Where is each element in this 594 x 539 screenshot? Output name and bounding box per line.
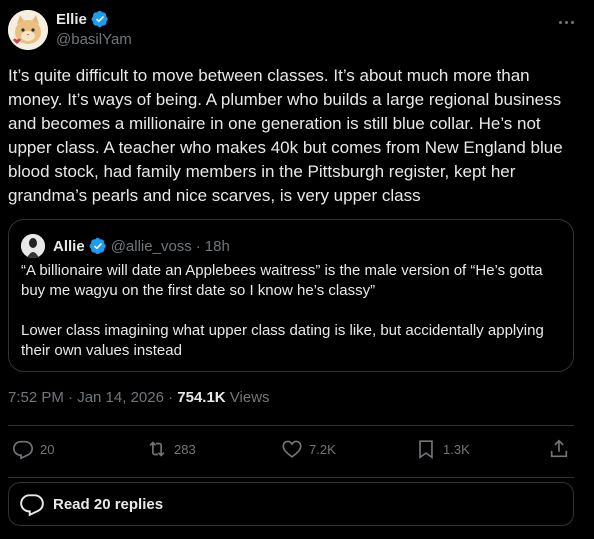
like-button[interactable]: 7.2K [281, 438, 336, 460]
reply-count: 20 [40, 441, 55, 457]
bookmark-button[interactable]: 1.3K [415, 438, 470, 460]
quote-avatar [21, 234, 45, 258]
post-text: It’s quite difficult to move between cla… [8, 66, 563, 205]
author-handle[interactable]: @basilYam [56, 31, 132, 48]
divider-bottom [8, 477, 574, 478]
post: Ellie @basilYam It’s quite difficult to … [0, 0, 594, 539]
read-replies-label: Read 20 replies [53, 495, 164, 513]
reply-icon [13, 440, 33, 460]
bookmark-icon [419, 440, 433, 459]
like-icon [282, 440, 302, 458]
quote-display-name: Allie [53, 237, 85, 255]
repost-count: 283 [174, 441, 196, 457]
more-icon [558, 20, 562, 24]
verified-badge-icon[interactable] [91, 10, 109, 28]
reply-button[interactable]: 20 [12, 438, 54, 460]
quoted-post[interactable]: Allie @allie_voss · 18h “A billionaire w… [8, 219, 574, 372]
repost-button[interactable]: 283 [146, 438, 196, 460]
replies-bubble-icon [20, 494, 44, 517]
more-icon-dot [564, 20, 568, 24]
read-replies-button[interactable]: Read 20 replies [8, 482, 574, 526]
post-timestamp[interactable]: 7:52 PM · Jan 14, 2026 · [8, 389, 177, 406]
share-icon [550, 439, 568, 458]
quote-header: Allie @allie_voss · 18h [21, 234, 230, 258]
quote-separator: · [195, 237, 201, 255]
quote-paragraph-2: Lower class imagining what upper class d… [21, 322, 544, 359]
author-name-row: Ellie [56, 10, 109, 28]
person-avatar-icon [21, 234, 45, 258]
author-avatar[interactable] [8, 10, 48, 50]
action-bar: 20 283 7.2K 1.3K [8, 438, 574, 464]
repost-icon [149, 441, 165, 457]
quote-handle: @allie_voss [110, 237, 192, 255]
post-meta: 7:52 PM · Jan 14, 2026 · 754.1K Views [8, 389, 270, 406]
quote-time: 18h [204, 237, 230, 255]
post-header: Ellie @basilYam [8, 8, 586, 50]
author-display-name[interactable]: Ellie [56, 11, 87, 28]
cat-avatar-icon [8, 10, 48, 50]
quote-paragraph-1: “A billionaire will date an Applebees wa… [21, 262, 543, 299]
views-count: 754.1K [177, 389, 226, 406]
quote-text: “A billionaire will date an Applebees wa… [21, 261, 566, 361]
share-button[interactable] [548, 438, 570, 460]
more-icon-dot [570, 20, 574, 24]
like-count: 7.2K [309, 441, 336, 457]
more-options-button[interactable] [554, 12, 578, 32]
bookmark-count: 1.3K [443, 441, 470, 457]
views-label: Views [225, 389, 270, 406]
verified-badge-icon [89, 237, 106, 255]
divider-top [8, 425, 574, 426]
